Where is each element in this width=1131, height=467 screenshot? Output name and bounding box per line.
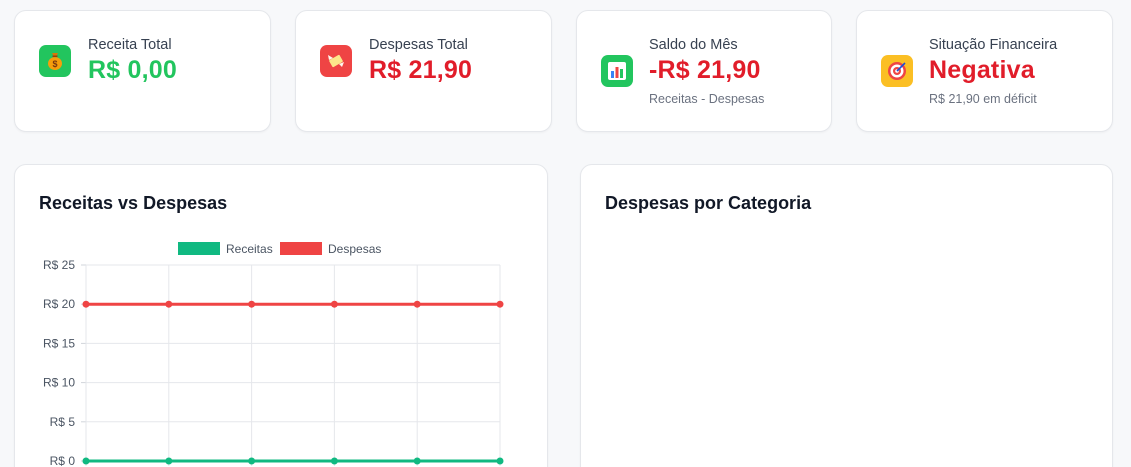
y-tick-label: R$ 15 <box>43 336 75 350</box>
data-point <box>413 300 421 308</box>
data-point <box>413 457 421 465</box>
panel-receitas-vs-despesas: Receitas vs Despesas R$ 0 R$ 5 R$ 10 R$ 15 R… <box>14 164 548 467</box>
data-point <box>248 457 256 465</box>
y-tick-label: R$ 20 <box>43 297 75 311</box>
target-icon <box>881 55 913 87</box>
card-value: R$ 0,00 <box>88 56 177 84</box>
card-label: Despesas Total <box>369 37 468 53</box>
card-receita-total: $ Receita Total R$ 0,00 <box>14 10 271 132</box>
bar-chart-icon <box>601 55 633 87</box>
card-value: R$ 21,90 <box>369 56 473 84</box>
data-point <box>330 300 338 308</box>
legend-label: Receitas <box>226 242 273 256</box>
data-point <box>496 300 504 308</box>
y-tick-label: R$ 10 <box>43 376 75 390</box>
legend-label: Despesas <box>328 242 381 256</box>
data-point <box>165 300 173 308</box>
data-point <box>82 300 90 308</box>
panel-despesas-por-categoria: Despesas por Categoria <box>580 164 1113 467</box>
y-tick-label: R$ 5 <box>50 415 76 429</box>
card-label: Situação Financeira <box>929 37 1058 53</box>
legend-swatch <box>280 242 322 255</box>
income-vs-expenses-chart: R$ 0 R$ 5 R$ 10 R$ 15 R$ 20 R$ 25 Receitas Desp… <box>43 242 504 467</box>
legend-swatch <box>178 242 220 255</box>
data-point <box>165 457 173 465</box>
data-point <box>248 300 256 308</box>
money-with-wings-icon <box>320 45 352 77</box>
y-tick-label: R$ 0 <box>50 454 76 467</box>
money-bag-icon: $ <box>39 45 71 77</box>
data-point <box>82 457 90 465</box>
card-saldo-do-mes: Saldo do Mês -R$ 21,90 Receitas - Despes… <box>576 10 832 132</box>
card-value: Negativa <box>929 56 1035 84</box>
y-tick-label: R$ 25 <box>43 258 75 272</box>
data-point <box>496 457 504 465</box>
card-subtitle: R$ 21,90 em déficit <box>929 92 1037 106</box>
data-point <box>330 457 338 465</box>
card-subtitle: Receitas - Despesas <box>649 92 765 106</box>
card-value: -R$ 21,90 <box>649 56 761 84</box>
card-despesas-total: Despesas Total R$ 21,90 <box>295 10 552 132</box>
svg-text:$: $ <box>52 59 57 69</box>
card-label: Saldo do Mês <box>649 37 738 53</box>
panel-title: Despesas por Categoria <box>605 193 812 213</box>
card-label: Receita Total <box>88 37 172 53</box>
card-situacao-financeira: Situação Financeira Negativa R$ 21,90 em… <box>856 10 1113 132</box>
